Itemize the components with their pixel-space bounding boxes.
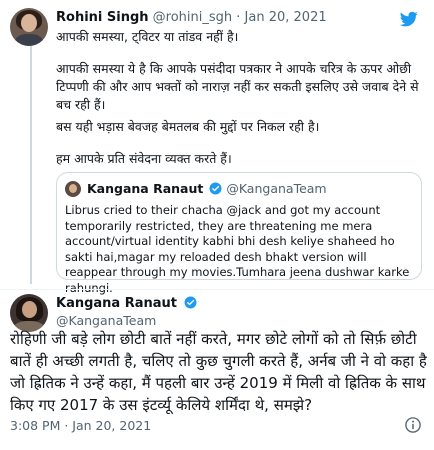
main-author-name-text[interactable]: Kangana Ranaut xyxy=(56,296,177,311)
tweet-text-line: हम आपके प्रति संवेदना व्यक्त करते हैं। xyxy=(56,151,232,166)
quoted-text: Librus cried to their chacha @jack and g… xyxy=(65,203,410,295)
reply-tweet: Rohini Singh @rohini_sgh · Jan 20, 2021 … xyxy=(0,0,434,295)
twitter-bird-icon[interactable] xyxy=(398,10,420,28)
tweet-text-line: आपकी समस्या ये है कि आपके पसंदीदा पत्रका… xyxy=(56,61,419,112)
main-author-name[interactable]: Kangana Ranaut xyxy=(56,296,197,311)
tweet-timestamp[interactable]: 3:08 PM · Jan 20, 2021 xyxy=(10,418,151,433)
quoted-author-name: Kangana Ranaut xyxy=(87,181,204,196)
verified-badge-icon xyxy=(209,182,222,195)
tweet-text-line: आपकी समस्या, ट्विटर या तांडव नहीं है। xyxy=(56,29,239,44)
main-tweet-text: रोहिणी जी बड़े लोग छोटी बातें नहीं करते,… xyxy=(10,330,427,414)
quoted-tweet[interactable]: Kangana Ranaut @KanganaTeam Librus cried… xyxy=(56,172,422,295)
author-name[interactable]: Rohini Singh xyxy=(56,10,149,25)
avatar[interactable] xyxy=(10,8,48,46)
quoted-author-handle: @KanganaTeam xyxy=(226,181,327,196)
quoted-avatar xyxy=(65,181,81,197)
divider xyxy=(0,289,434,290)
avatar[interactable] xyxy=(10,294,48,332)
author-meta[interactable]: @rohini_sgh · Jan 20, 2021 xyxy=(153,10,327,25)
verified-badge-icon xyxy=(184,296,197,309)
quoted-header: Kangana Ranaut @KanganaTeam xyxy=(87,181,327,196)
main-author-handle[interactable]: @KanganaTeam xyxy=(56,313,156,328)
info-icon[interactable] xyxy=(404,416,422,434)
tweet-header: Rohini Singh @rohini_sgh · Jan 20, 2021 xyxy=(56,10,327,25)
tweet-text-line: बस यही भड़ास बेवजह बेमतलब की मुद्दों पर … xyxy=(56,119,320,134)
